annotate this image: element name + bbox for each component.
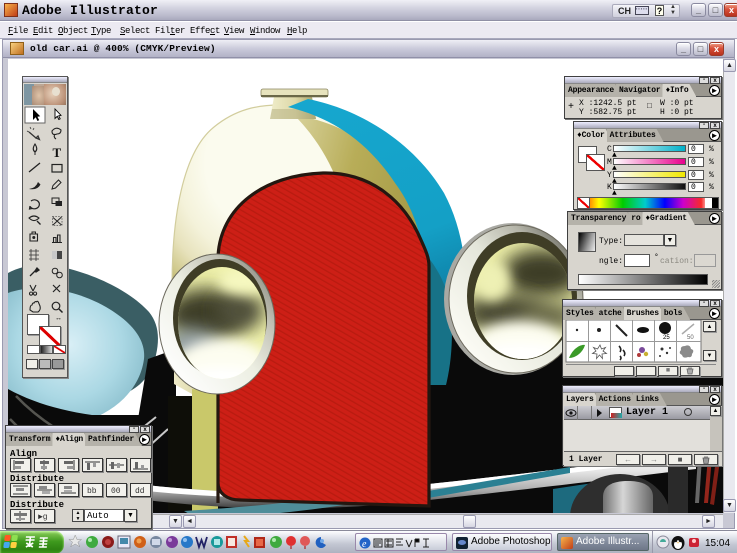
svg-text:T: T	[53, 145, 62, 160]
svg-text:50: 50	[687, 335, 694, 341]
svg-text:25: 25	[663, 335, 670, 341]
svg-text:15:04: 15:04	[705, 538, 730, 549]
svg-text:bb: bb	[87, 487, 97, 496]
svg-text:►g: ►g	[38, 513, 48, 522]
svg-text:dd: dd	[135, 487, 145, 496]
svg-text:e: e	[362, 539, 367, 550]
svg-text:00: 00	[111, 487, 121, 496]
